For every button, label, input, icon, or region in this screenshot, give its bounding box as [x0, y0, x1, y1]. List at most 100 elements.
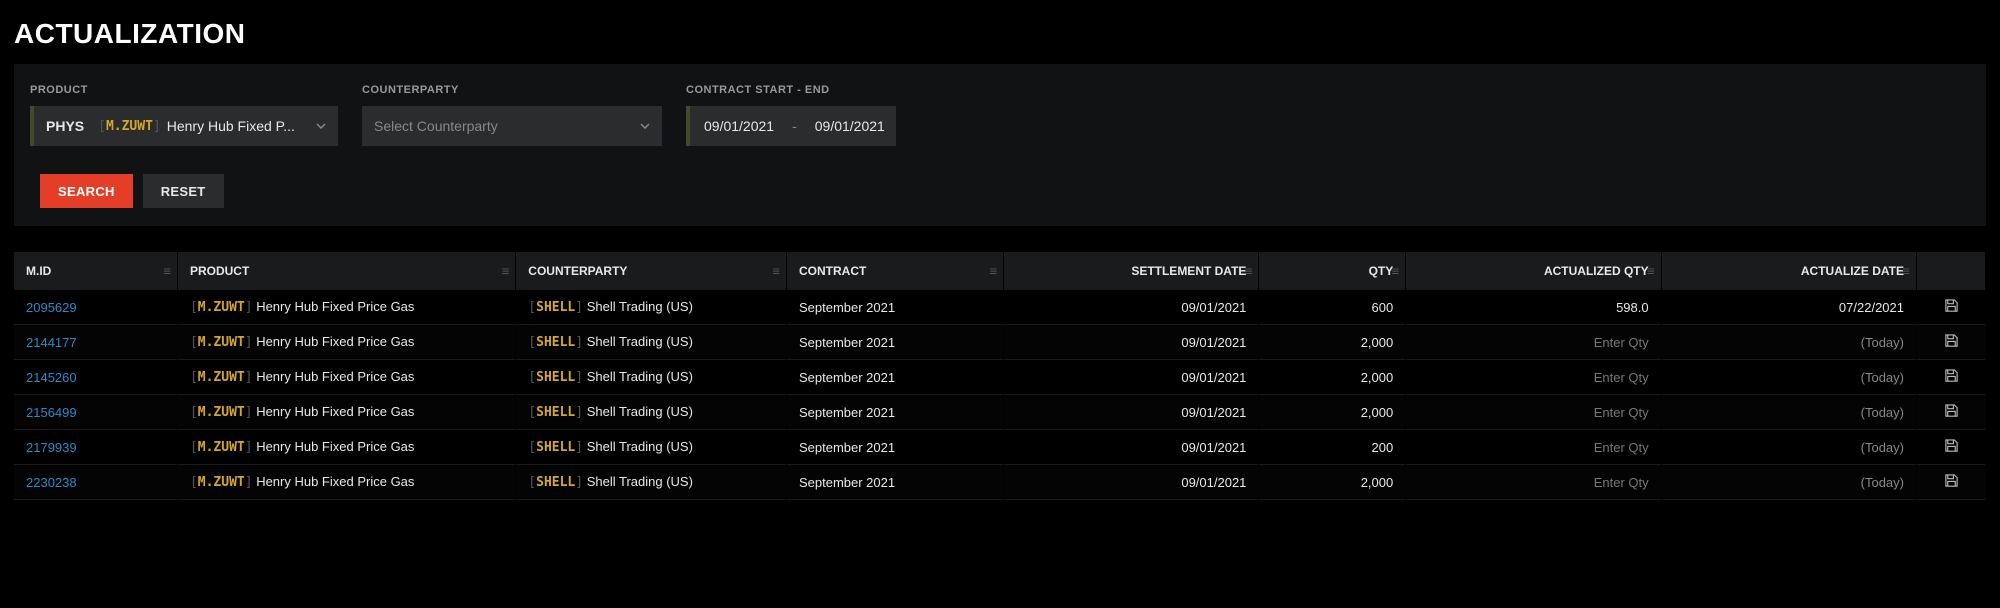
product-ticker: M.ZUWT: [198, 440, 245, 455]
counterparty-ticker: SHELL: [536, 300, 575, 315]
page-title: ACTUALIZATION: [0, 0, 2000, 64]
column-menu-icon[interactable]: ≡: [772, 264, 780, 279]
product-name: Henry Hub Fixed Price Gas: [256, 334, 414, 349]
cell-settlement: 09/01/2021: [1004, 465, 1259, 500]
counterparty-ticker: SHELL: [536, 440, 575, 455]
counterparty-select[interactable]: Select Counterparty: [362, 106, 662, 146]
chevron-down-icon: [316, 121, 326, 131]
actualized-qty-input[interactable]: [1418, 475, 1648, 490]
cell-actualize-date: (Today): [1661, 465, 1916, 500]
save-icon[interactable]: [1929, 403, 1973, 418]
product-label: PRODUCT: [30, 84, 338, 96]
col-header-mid[interactable]: M.ID≡: [14, 252, 177, 290]
save-icon[interactable]: [1929, 473, 1973, 488]
product-name: Henry Hub Fixed Price Gas: [256, 474, 414, 489]
column-menu-icon[interactable]: ≡: [163, 264, 171, 279]
column-menu-icon[interactable]: ≡: [502, 264, 510, 279]
mid-link[interactable]: 2230238: [26, 475, 77, 490]
column-menu-icon[interactable]: ≡: [1392, 264, 1400, 279]
filter-panel: PRODUCT PHYS [M.ZUWT] Henry Hub Fixed P.…: [14, 64, 1986, 226]
table-row: 2145260 [M.ZUWT] Henry Hub Fixed Price Ga…: [14, 360, 1986, 395]
cell-counterparty: [SHELL] Shell Trading (US): [516, 395, 787, 430]
product-select[interactable]: PHYS [M.ZUWT] Henry Hub Fixed P...: [30, 106, 338, 146]
cell-product: [M.ZUWT] Henry Hub Fixed Price Gas: [177, 290, 515, 325]
actualized-qty-input[interactable]: [1418, 335, 1648, 350]
save-icon[interactable]: [1929, 368, 1973, 383]
counterparty-placeholder: Select Counterparty: [374, 118, 498, 134]
counterparty-name: Shell Trading (US): [587, 404, 693, 419]
cell-counterparty: [SHELL] Shell Trading (US): [516, 360, 787, 395]
cell-counterparty: [SHELL] Shell Trading (US): [516, 465, 787, 500]
save-icon[interactable]: [1929, 298, 1973, 313]
col-header-counterparty[interactable]: COUNTERPARTY≡: [516, 252, 787, 290]
actualized-qty-input[interactable]: [1418, 405, 1648, 420]
counterparty-name: Shell Trading (US): [587, 369, 693, 384]
cell-contract: September 2021: [786, 430, 1003, 465]
cell-contract: September 2021: [786, 325, 1003, 360]
col-header-actualized-qty[interactable]: ACTUALIZED QTY≡: [1406, 252, 1661, 290]
chevron-down-icon: [640, 121, 650, 131]
cell-qty: 600: [1259, 290, 1406, 325]
product-type-badge: PHYS: [46, 118, 84, 134]
save-icon[interactable]: [1929, 333, 1973, 348]
cell-contract: September 2021: [786, 290, 1003, 325]
product-name: Henry Hub Fixed Price Gas: [256, 369, 414, 384]
cell-qty: 2,000: [1259, 360, 1406, 395]
product-name: Henry Hub Fixed Price Gas: [256, 404, 414, 419]
product-ticker: M.ZUWT: [198, 335, 245, 350]
product-ticker: M.ZUWT: [198, 370, 245, 385]
counterparty-name: Shell Trading (US): [587, 299, 693, 314]
cell-counterparty: [SHELL] Shell Trading (US): [516, 430, 787, 465]
reset-button[interactable]: RESET: [143, 174, 224, 208]
col-header-contract[interactable]: CONTRACT≡: [786, 252, 1003, 290]
actualized-qty-input[interactable]: [1418, 440, 1648, 455]
column-menu-icon[interactable]: ≡: [1647, 264, 1655, 279]
date-separator: -: [792, 118, 797, 134]
cell-actualized-qty: 598.0: [1406, 290, 1661, 325]
col-header-settlement[interactable]: SETTLEMENT DATE≡: [1004, 252, 1259, 290]
col-header-save: [1917, 252, 1986, 290]
mid-link[interactable]: 2095629: [26, 300, 77, 315]
col-header-actualize-date[interactable]: ACTUALIZE DATE≡: [1661, 252, 1916, 290]
counterparty-ticker: SHELL: [536, 370, 575, 385]
cell-qty: 2,000: [1259, 395, 1406, 430]
column-menu-icon[interactable]: ≡: [1245, 264, 1253, 279]
cell-actualize-date: (Today): [1661, 360, 1916, 395]
cell-product: [M.ZUWT] Henry Hub Fixed Price Gas: [177, 430, 515, 465]
table-row: 2230238[M.ZUWT] Henry Hub Fixed Price Ga…: [14, 465, 1986, 500]
cell-actualized-qty: [1406, 430, 1661, 465]
cell-settlement: 09/01/2021: [1004, 290, 1259, 325]
counterparty-name: Shell Trading (US): [587, 474, 693, 489]
mid-link[interactable]: 2145260: [26, 370, 77, 385]
search-button[interactable]: SEARCH: [40, 174, 133, 208]
product-name: Henry Hub Fixed Price Gas: [256, 439, 414, 454]
mid-link[interactable]: 2144177: [26, 335, 77, 350]
table-row: 2095629 [M.ZUWT] Henry Hub Fixed Price Ga…: [14, 290, 1986, 325]
column-menu-icon[interactable]: ≡: [989, 264, 997, 279]
product-ticker: M.ZUWT: [198, 300, 245, 315]
cell-qty: 200: [1259, 430, 1406, 465]
save-icon[interactable]: [1929, 438, 1973, 453]
cell-counterparty: [SHELL] Shell Trading (US): [516, 290, 787, 325]
cell-qty: 2,000: [1259, 325, 1406, 360]
table-row: 2179939 [M.ZUWT] Henry Hub Fixed Price Ga…: [14, 430, 1986, 465]
cell-actualize-date: 07/22/2021: [1661, 290, 1916, 325]
contract-daterange[interactable]: 09/01/2021 - 09/01/2021: [686, 106, 896, 146]
mid-link[interactable]: 2179939: [26, 440, 77, 455]
cell-qty: 2,000: [1259, 465, 1406, 500]
product-ticker: M.ZUWT: [106, 119, 153, 134]
counterparty-ticker: SHELL: [536, 475, 575, 490]
col-header-qty[interactable]: QTY≡: [1259, 252, 1406, 290]
product-ticker: M.ZUWT: [198, 405, 245, 420]
col-header-product[interactable]: PRODUCT≡: [177, 252, 515, 290]
cell-actualize-date: (Today): [1661, 325, 1916, 360]
cell-product: [M.ZUWT] Henry Hub Fixed Price Gas: [177, 360, 515, 395]
column-menu-icon[interactable]: ≡: [1902, 264, 1910, 279]
actualized-qty-input[interactable]: [1418, 370, 1648, 385]
counterparty-name: Shell Trading (US): [587, 439, 693, 454]
cell-settlement: 09/01/2021: [1004, 395, 1259, 430]
results-table-container: M.ID≡ PRODUCT≡ COUNTERPARTY≡ CONTRACT≡ S…: [14, 252, 1986, 500]
counterparty-ticker: SHELL: [536, 405, 575, 420]
mid-link[interactable]: 2156499: [26, 405, 77, 420]
end-date: 09/01/2021: [815, 118, 885, 134]
